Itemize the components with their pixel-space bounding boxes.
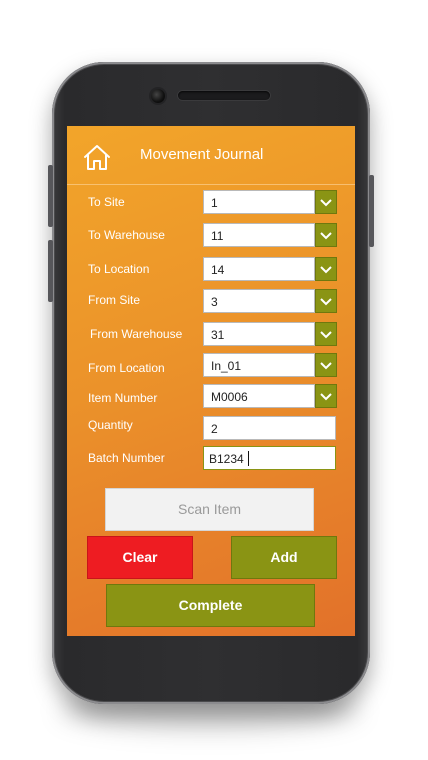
- to-site-dropdown-button[interactable]: [315, 190, 337, 214]
- to-location-label: To Location: [88, 262, 150, 276]
- to-location-select[interactable]: 14: [203, 257, 315, 281]
- from-location-row: From Location In_01: [67, 353, 355, 379]
- app-screen: Movement Journal To Site 1 To Warehouse …: [67, 126, 355, 636]
- quantity-value: 2: [211, 422, 218, 436]
- to-location-dropdown-button[interactable]: [315, 257, 337, 281]
- from-location-value: In_01: [211, 359, 242, 373]
- from-location-select[interactable]: In_01: [203, 353, 315, 377]
- from-warehouse-row: From Warehouse 31: [67, 322, 355, 348]
- quantity-row: Quantity 2: [67, 416, 355, 442]
- chevron-down-icon: [320, 298, 332, 306]
- chevron-down-icon: [320, 266, 332, 274]
- home-icon[interactable]: [82, 143, 112, 171]
- batch-number-input[interactable]: B1234: [203, 446, 336, 470]
- chevron-down-icon: [320, 393, 332, 401]
- batch-number-row: Batch Number B1234: [67, 446, 355, 472]
- volume-down-button: [48, 240, 53, 302]
- from-warehouse-select[interactable]: 31: [203, 322, 315, 346]
- quantity-input[interactable]: 2: [203, 416, 336, 440]
- clear-button[interactable]: Clear: [87, 536, 193, 579]
- scan-item-button[interactable]: Scan Item: [105, 488, 314, 531]
- front-camera: [151, 89, 165, 103]
- to-location-value: 14: [211, 263, 225, 277]
- from-location-label: From Location: [88, 361, 165, 375]
- from-site-select[interactable]: 3: [203, 289, 315, 313]
- batch-number-value: B1234: [209, 452, 244, 466]
- chevron-down-icon: [320, 232, 332, 240]
- from-site-dropdown-button[interactable]: [315, 289, 337, 313]
- from-location-dropdown-button[interactable]: [315, 353, 337, 377]
- to-warehouse-dropdown-button[interactable]: [315, 223, 337, 247]
- item-number-dropdown-button[interactable]: [315, 384, 337, 408]
- item-number-value: M0006: [211, 390, 248, 404]
- from-warehouse-value: 31: [211, 328, 225, 342]
- volume-up-button: [48, 165, 53, 227]
- from-site-value: 3: [211, 295, 218, 309]
- to-site-select[interactable]: 1: [203, 190, 315, 214]
- to-location-row: To Location 14: [67, 257, 355, 283]
- quantity-label: Quantity: [88, 418, 133, 432]
- to-site-value: 1: [211, 196, 218, 210]
- from-warehouse-dropdown-button[interactable]: [315, 322, 337, 346]
- item-number-label: Item Number: [88, 391, 158, 405]
- text-cursor: [248, 451, 249, 466]
- from-site-label: From Site: [88, 293, 141, 307]
- to-warehouse-value: 11: [211, 229, 224, 243]
- to-site-row: To Site 1: [67, 190, 355, 216]
- add-button[interactable]: Add: [231, 536, 337, 579]
- item-number-row: Item Number M0006: [67, 384, 355, 410]
- page-title: Movement Journal: [140, 146, 264, 163]
- to-site-label: To Site: [88, 195, 125, 209]
- complete-button[interactable]: Complete: [106, 584, 315, 627]
- to-warehouse-label: To Warehouse: [88, 228, 165, 242]
- item-number-select[interactable]: M0006: [203, 384, 315, 408]
- app-header: Movement Journal: [67, 126, 355, 185]
- batch-number-label: Batch Number: [88, 451, 165, 465]
- from-warehouse-label: From Warehouse: [90, 327, 183, 341]
- chevron-down-icon: [320, 362, 332, 370]
- chevron-down-icon: [320, 199, 332, 207]
- chevron-down-icon: [320, 331, 332, 339]
- power-button: [369, 175, 374, 247]
- earpiece-speaker: [178, 91, 270, 100]
- to-warehouse-select[interactable]: 11: [203, 223, 315, 247]
- to-warehouse-row: To Warehouse 11: [67, 223, 355, 249]
- from-site-row: From Site 3: [67, 289, 355, 315]
